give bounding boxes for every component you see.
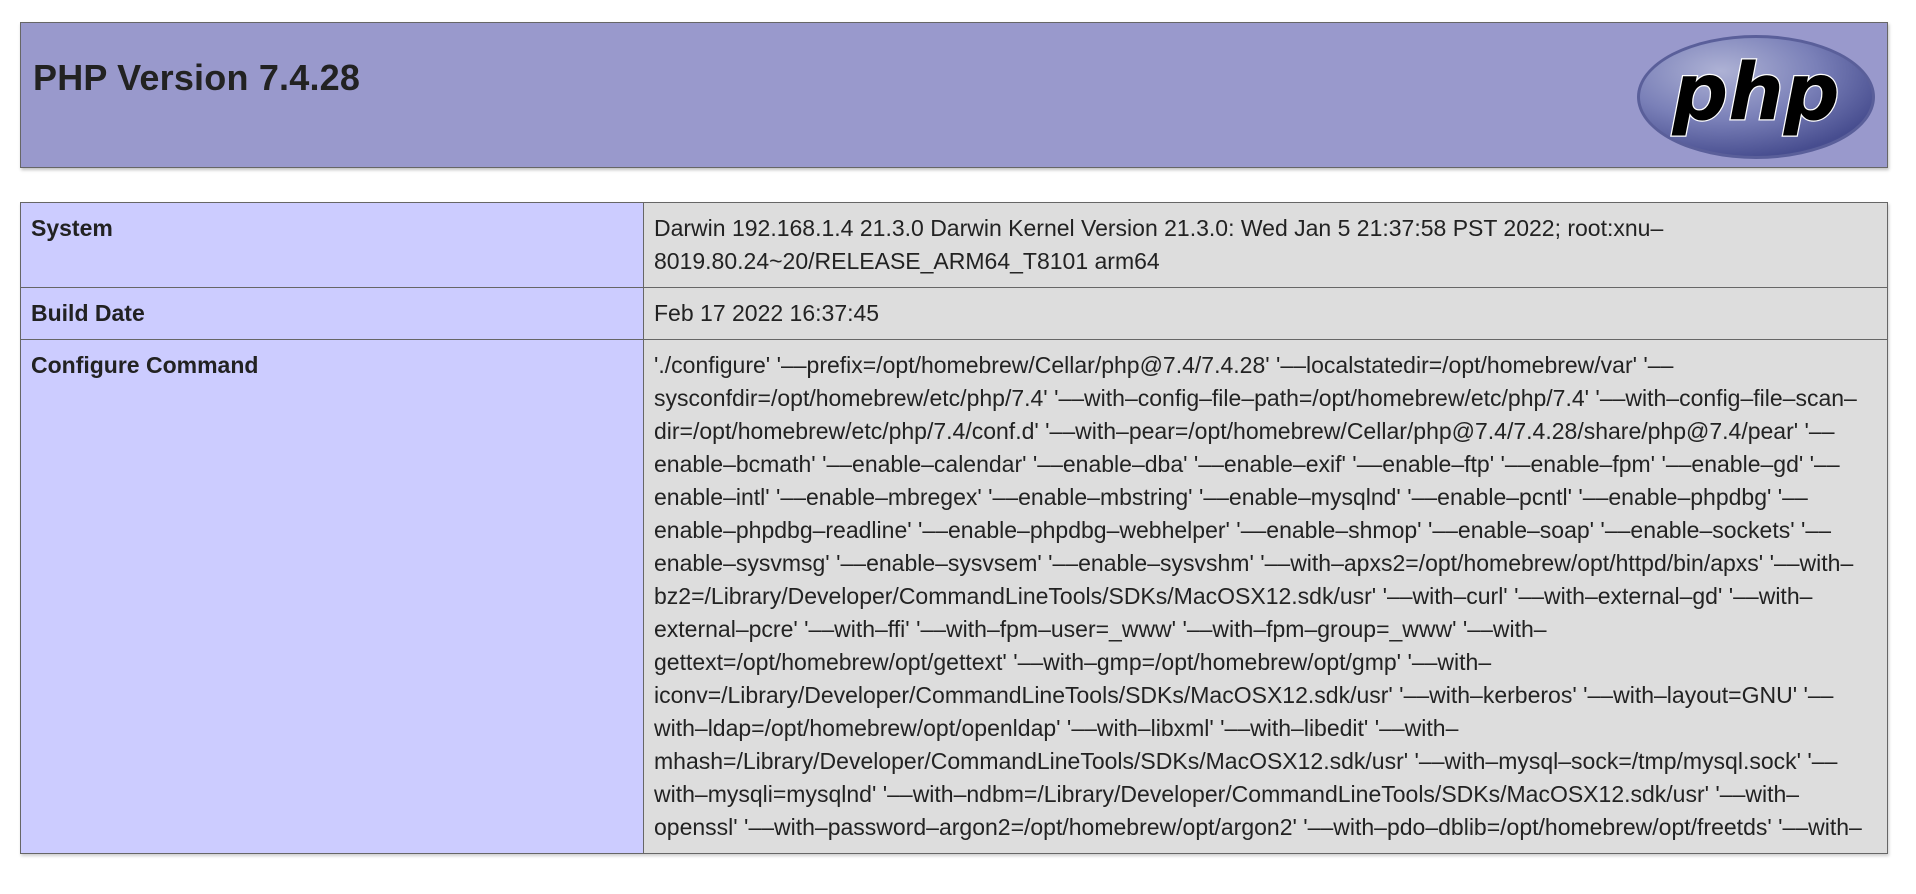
- phpinfo-page: PHP Version 7.4.28 php System Darwin 192…: [0, 0, 1916, 894]
- php-version-header: PHP Version 7.4.28 php: [20, 22, 1888, 168]
- page-title: PHP Version 7.4.28: [33, 57, 361, 98]
- table-row: System Darwin 192.168.1.4 21.3.0 Darwin …: [20, 202, 1888, 288]
- php-logo-text: php: [1671, 48, 1839, 138]
- row-label-configure-command: Configure Command: [20, 339, 644, 854]
- row-label-system: System: [20, 202, 644, 288]
- php-info-table: System Darwin 192.168.1.4 21.3.0 Darwin …: [20, 202, 1888, 854]
- table-row: Build Date Feb 17 2022 16:37:45: [20, 287, 1888, 340]
- php-logo-icon: php: [1637, 35, 1875, 159]
- table-row: Configure Command './configure' '––prefi…: [20, 339, 1888, 854]
- row-label-build-date: Build Date: [20, 287, 644, 340]
- row-value-configure-command: './configure' '––prefix=/opt/homebrew/Ce…: [643, 339, 1888, 854]
- row-value-system: Darwin 192.168.1.4 21.3.0 Darwin Kernel …: [643, 202, 1888, 288]
- row-value-build-date: Feb 17 2022 16:37:45: [643, 287, 1888, 340]
